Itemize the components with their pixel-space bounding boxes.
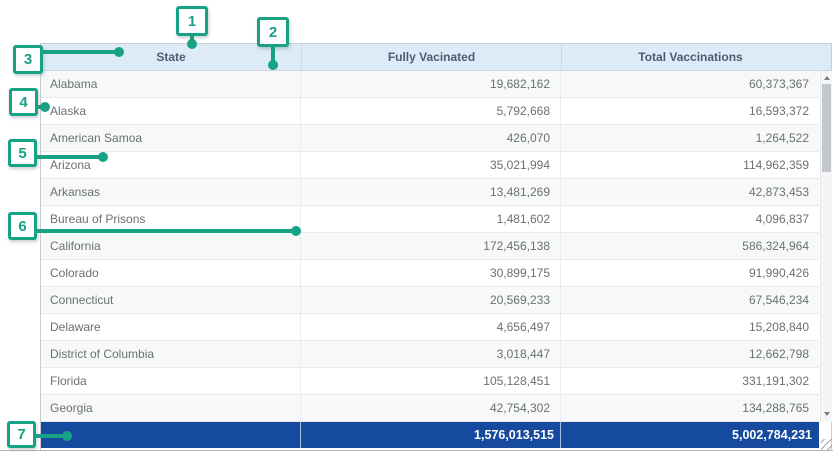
callout-connector-dot [268, 60, 278, 70]
cell-fully-vaccinated: 105,128,451 [301, 368, 561, 394]
cell-fully-vaccinated: 35,021,994 [301, 152, 561, 178]
cell-total-vaccinations: 114,962,359 [561, 152, 819, 178]
callout-3: 3 [13, 45, 43, 74]
callout-connector-line [35, 155, 101, 159]
cell-fully-vaccinated: 13,481,269 [301, 179, 561, 205]
footer-cell-fully-vaccinated-total: 1,576,013,515 [301, 422, 561, 448]
cell-total-vaccinations: 16,593,372 [561, 98, 819, 124]
caret-down-icon [824, 412, 830, 416]
table-row[interactable]: Alabama 19,682,162 60,373,367 [41, 71, 819, 98]
cell-total-vaccinations: 12,662,798 [561, 341, 819, 367]
table-row[interactable]: American Samoa 426,070 1,264,522 [41, 125, 819, 152]
callout-connector-dot [187, 39, 197, 49]
cell-fully-vaccinated: 30,899,175 [301, 260, 561, 286]
cell-fully-vaccinated: 42,754,302 [301, 395, 561, 421]
cell-fully-vaccinated: 3,018,447 [301, 341, 561, 367]
cell-total-vaccinations: 331,191,302 [561, 368, 819, 394]
callout-1: 1 [176, 6, 208, 36]
table-row[interactable]: Connecticut 20,569,233 67,546,234 [41, 287, 819, 314]
table-row[interactable]: Georgia 42,754,302 134,288,765 [41, 395, 819, 422]
data-table: State Fully Vacinated Total Vaccinations… [40, 43, 832, 450]
cell-state: Alaska [41, 98, 301, 124]
cell-state: American Samoa [41, 125, 301, 151]
callout-6: 6 [8, 212, 37, 240]
callout-2: 2 [257, 17, 289, 47]
callout-number: 6 [18, 218, 26, 235]
table-row[interactable]: Arizona 35,021,994 114,962,359 [41, 152, 819, 179]
caret-up-icon [824, 76, 830, 80]
table-body: Alabama 19,682,162 60,373,367 Alaska 5,7… [41, 71, 819, 422]
cell-state: California [41, 233, 301, 259]
callout-connector-dot [40, 102, 50, 112]
cell-total-vaccinations: 134,288,765 [561, 395, 819, 421]
table-totals-row: 1,576,013,515 5,002,784,231 [41, 422, 819, 448]
callout-connector-dot [114, 47, 124, 57]
cell-fully-vaccinated: 172,456,138 [301, 233, 561, 259]
table-row[interactable]: California 172,456,138 586,324,964 [41, 233, 819, 260]
cell-fully-vaccinated: 20,569,233 [301, 287, 561, 313]
cell-total-vaccinations: 586,324,964 [561, 233, 819, 259]
table-row[interactable]: Colorado 30,899,175 91,990,426 [41, 260, 819, 287]
scroll-down-button[interactable] [821, 407, 832, 422]
callout-number: 3 [24, 51, 32, 68]
cell-fully-vaccinated: 426,070 [301, 125, 561, 151]
footer-cell-state [41, 422, 301, 448]
cell-state: Connecticut [41, 287, 301, 313]
resize-grip-icon[interactable] [821, 439, 832, 450]
callout-5: 5 [8, 139, 37, 167]
table-row[interactable]: Arkansas 13,481,269 42,873,453 [41, 179, 819, 206]
cell-fully-vaccinated: 5,792,668 [301, 98, 561, 124]
cell-total-vaccinations: 4,096,837 [561, 206, 819, 232]
table-row[interactable]: District of Columbia 3,018,447 12,662,79… [41, 341, 819, 368]
callout-4: 4 [9, 88, 38, 116]
callout-connector-dot [291, 226, 301, 236]
column-header-state[interactable]: State [41, 44, 301, 70]
cell-fully-vaccinated: 19,682,162 [301, 71, 561, 97]
callout-connector-line [42, 50, 117, 54]
column-header-fully-vaccinated[interactable]: Fully Vacinated [301, 44, 561, 70]
cell-state: Delaware [41, 314, 301, 340]
window-bottom-border [0, 450, 833, 451]
cell-state: District of Columbia [41, 341, 301, 367]
table-row[interactable]: Alaska 5,792,668 16,593,372 [41, 98, 819, 125]
cell-total-vaccinations: 42,873,453 [561, 179, 819, 205]
callout-number: 7 [17, 426, 25, 443]
callout-connector-dot [98, 152, 108, 162]
vertical-scrollbar[interactable] [820, 71, 832, 422]
cell-state: Arkansas [41, 179, 301, 205]
cell-fully-vaccinated: 1,481,602 [301, 206, 561, 232]
table-header-row: State Fully Vacinated Total Vaccinations [41, 44, 831, 71]
scrollbar-thumb[interactable] [822, 84, 831, 172]
callout-connector-dot [62, 431, 72, 441]
table-row[interactable]: Florida 105,128,451 331,191,302 [41, 368, 819, 395]
cell-total-vaccinations: 15,208,840 [561, 314, 819, 340]
cell-fully-vaccinated: 4,656,497 [301, 314, 561, 340]
cell-total-vaccinations: 1,264,522 [561, 125, 819, 151]
callout-connector-line [35, 229, 294, 233]
callout-connector-line [34, 434, 65, 438]
cell-state: Alabama [41, 71, 301, 97]
callout-number: 4 [19, 94, 27, 111]
cell-state: Florida [41, 368, 301, 394]
cell-state: Georgia [41, 395, 301, 421]
table-row[interactable]: Delaware 4,656,497 15,208,840 [41, 314, 819, 341]
callout-number: 5 [18, 145, 26, 162]
column-header-total-vaccinations[interactable]: Total Vaccinations [561, 44, 819, 70]
cell-total-vaccinations: 67,546,234 [561, 287, 819, 313]
callout-number: 1 [188, 13, 196, 30]
cell-total-vaccinations: 91,990,426 [561, 260, 819, 286]
screenshot-canvas: State Fully Vacinated Total Vaccinations… [0, 0, 833, 453]
cell-state: Colorado [41, 260, 301, 286]
cell-total-vaccinations: 60,373,367 [561, 71, 819, 97]
footer-cell-total-vaccinations-total: 5,002,784,231 [561, 422, 819, 448]
callout-7: 7 [7, 421, 36, 448]
callout-number: 2 [269, 24, 277, 41]
